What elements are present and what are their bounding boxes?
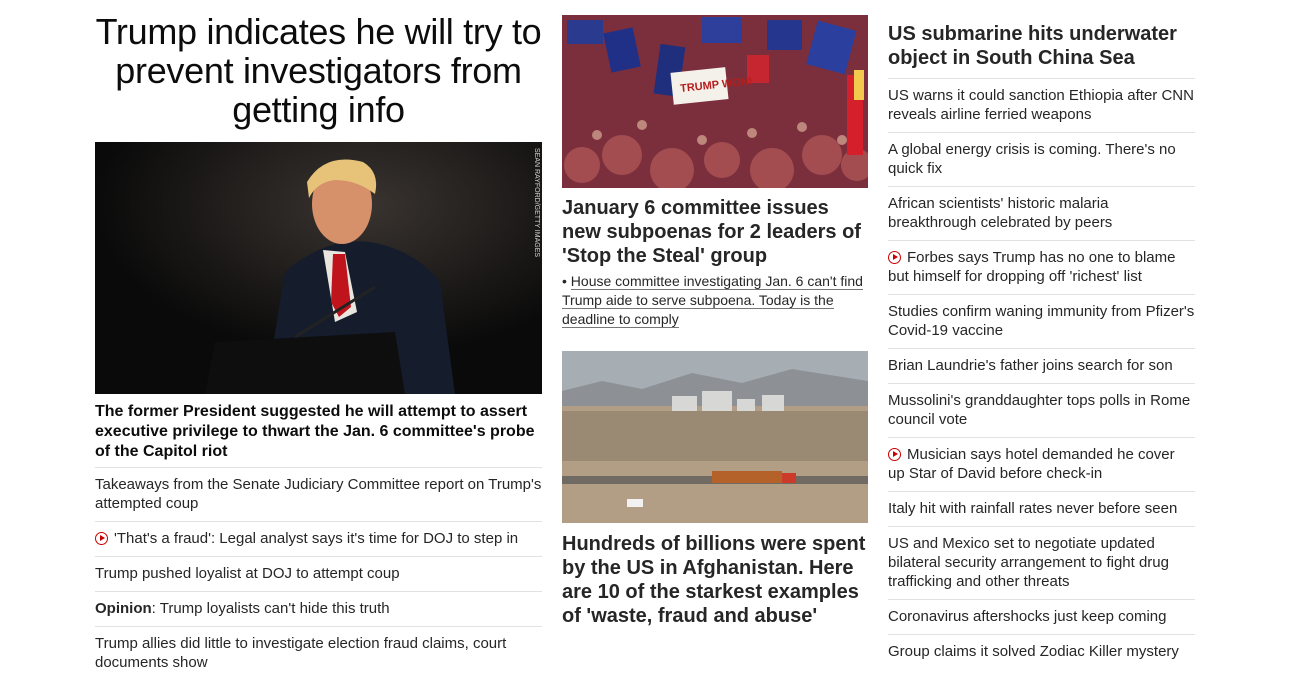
side-link[interactable]: US and Mexico set to negotiate updated b… bbox=[888, 535, 1169, 590]
trump-podium-image: SEAN RAYFORD/GETTY IMAGES bbox=[95, 142, 542, 394]
jan6-subhead: • House committee investigating Jan. 6 c… bbox=[562, 272, 868, 329]
jan6-headline-link[interactable]: January 6 committee issues new subpoenas… bbox=[562, 196, 868, 268]
opinion-label: Opinion bbox=[95, 600, 152, 617]
submarine-headline: US submarine hits underwater object in S… bbox=[888, 23, 1177, 69]
list-item[interactable]: Trump allies did little to investigate e… bbox=[95, 626, 542, 680]
list-item[interactable]: Group claims it solved Zodiac Killer mys… bbox=[888, 634, 1195, 669]
related-link[interactable]: Trump allies did little to investigate e… bbox=[95, 635, 506, 671]
submarine-headline-link[interactable]: US submarine hits underwater object in S… bbox=[888, 22, 1195, 70]
rally-crowd-image: TRUMP WON! bbox=[562, 15, 868, 188]
list-item[interactable]: Musician says hotel demanded he cover up… bbox=[888, 437, 1195, 491]
play-video-icon bbox=[95, 532, 108, 545]
list-item[interactable]: Forbes says Trump has no one to blame bu… bbox=[888, 240, 1195, 294]
photo-credit: SEAN RAYFORD/GETTY IMAGES bbox=[533, 148, 540, 257]
afghanistan-landscape-image bbox=[562, 351, 868, 523]
side-link[interactable]: Group claims it solved Zodiac Killer mys… bbox=[888, 643, 1179, 660]
related-link[interactable]: Opinion: Trump loyalists can't hide this… bbox=[95, 600, 390, 617]
list-item[interactable]: Italy hit with rainfall rates never befo… bbox=[888, 491, 1195, 526]
opinion-text: : Trump loyalists can't hide this truth bbox=[151, 600, 390, 617]
list-item[interactable]: 'That's a fraud': Legal analyst says it'… bbox=[95, 521, 542, 556]
side-link[interactable]: Musician says hotel demanded he cover up… bbox=[888, 446, 1175, 482]
list-item[interactable]: A global energy crisis is coming. There'… bbox=[888, 132, 1195, 186]
afghanistan-photo[interactable] bbox=[562, 351, 868, 523]
list-item[interactable]: Opinion: Trump loyalists can't hide this… bbox=[95, 591, 542, 626]
list-item[interactable]: Coronavirus aftershocks just keep coming bbox=[888, 599, 1195, 634]
list-item[interactable]: Trump pushed loyalist at DOJ to attempt … bbox=[95, 556, 542, 591]
side-link[interactable]: Coronavirus aftershocks just keep coming bbox=[888, 608, 1166, 625]
list-item[interactable]: Brian Laundrie's father joins search for… bbox=[888, 348, 1195, 383]
bullet: • bbox=[562, 273, 567, 289]
list-item[interactable]: US warns it could sanction Ethiopia afte… bbox=[888, 78, 1195, 132]
list-item[interactable]: Takeaways from the Senate Judiciary Comm… bbox=[95, 467, 542, 521]
lead-headline: Trump indicates he will try to prevent i… bbox=[95, 11, 542, 130]
related-link[interactable]: Trump pushed loyalist at DOJ to attempt … bbox=[95, 565, 400, 582]
side-link[interactable]: Mussolini's granddaughter tops polls in … bbox=[888, 392, 1190, 428]
lead-photo-trump[interactable]: SEAN RAYFORD/GETTY IMAGES bbox=[95, 142, 542, 394]
side-link[interactable]: Italy hit with rainfall rates never befo… bbox=[888, 500, 1177, 517]
side-link[interactable]: Studies confirm waning immunity from Pfi… bbox=[888, 303, 1194, 339]
side-link[interactable]: Forbes says Trump has no one to blame bu… bbox=[888, 249, 1175, 285]
list-item[interactable]: African scientists' historic malaria bre… bbox=[888, 186, 1195, 240]
lead-headline-link[interactable]: Trump indicates he will try to prevent i… bbox=[95, 12, 542, 129]
jan6-sublink[interactable]: House committee investigating Jan. 6 can… bbox=[562, 273, 863, 328]
play-video-icon bbox=[888, 251, 901, 264]
related-link[interactable]: 'That's a fraud': Legal analyst says it'… bbox=[114, 530, 518, 547]
list-item[interactable]: US and Mexico set to negotiate updated b… bbox=[888, 526, 1195, 599]
side-link[interactable]: Brian Laundrie's father joins search for… bbox=[888, 357, 1173, 374]
list-item[interactable]: Mussolini's granddaughter tops polls in … bbox=[888, 383, 1195, 437]
side-stories-column: US submarine hits underwater object in S… bbox=[888, 22, 1195, 669]
related-link[interactable]: Takeaways from the Senate Judiciary Comm… bbox=[95, 476, 541, 512]
lead-caption: The former President suggested he will a… bbox=[95, 403, 535, 460]
afghanistan-headline: Hundreds of billions were spent by the U… bbox=[562, 533, 866, 627]
lead-story-column: Trump indicates he will try to prevent i… bbox=[95, 12, 542, 671]
list-item[interactable]: Studies confirm waning immunity from Pfi… bbox=[888, 294, 1195, 348]
side-link[interactable]: US warns it could sanction Ethiopia afte… bbox=[888, 87, 1194, 123]
side-link[interactable]: A global energy crisis is coming. There'… bbox=[888, 141, 1176, 177]
side-headline-list: US warns it could sanction Ethiopia afte… bbox=[888, 78, 1195, 669]
lead-related-list: Takeaways from the Senate Judiciary Comm… bbox=[95, 467, 542, 680]
play-video-icon bbox=[888, 448, 901, 461]
rally-photo[interactable]: TRUMP WON! bbox=[562, 15, 868, 188]
jan6-sublink-text: House committee investigating Jan. 6 can… bbox=[562, 273, 863, 328]
jan6-headline: January 6 committee issues new subpoenas… bbox=[562, 197, 861, 267]
afghanistan-headline-link[interactable]: Hundreds of billions were spent by the U… bbox=[562, 532, 868, 628]
side-link[interactable]: African scientists' historic malaria bre… bbox=[888, 195, 1112, 231]
